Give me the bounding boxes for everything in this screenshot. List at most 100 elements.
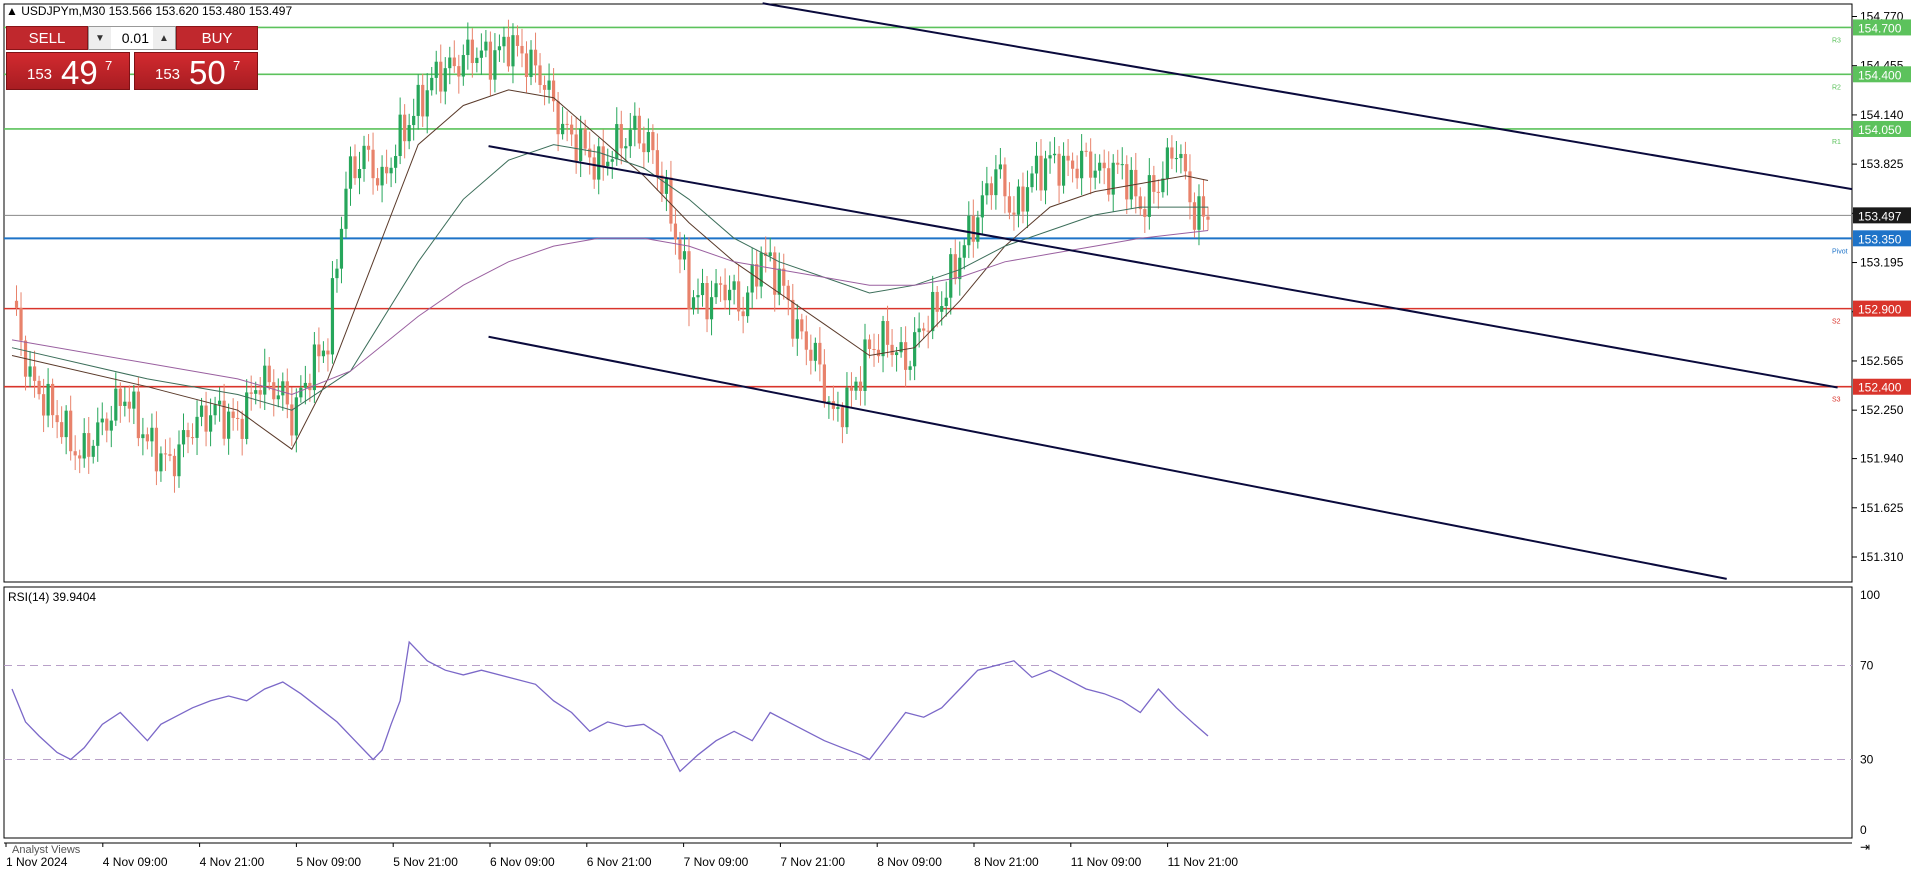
candle-body xyxy=(1057,153,1061,186)
candle-body xyxy=(1156,191,1160,193)
candle-body xyxy=(606,161,610,167)
candle-body xyxy=(484,41,488,51)
lot-size-stepper[interactable]: ▼ 0.01 ▲ xyxy=(88,26,176,50)
candle-body xyxy=(82,433,86,459)
price-tick-label: 151.310 xyxy=(1860,550,1904,564)
price-tick-label: 152.565 xyxy=(1860,354,1904,368)
candle-body xyxy=(962,245,966,258)
candle-body xyxy=(687,251,691,310)
candle-body xyxy=(398,114,402,157)
sell-price-handle: 153 xyxy=(27,66,53,83)
candle-body xyxy=(579,128,583,162)
candle-body xyxy=(511,35,515,67)
candle-body xyxy=(755,264,759,287)
candle-body xyxy=(204,405,208,432)
candle-body xyxy=(728,289,732,301)
sell-button[interactable]: SELL xyxy=(6,26,88,50)
candle-body xyxy=(488,41,492,80)
candle-body xyxy=(597,146,601,180)
candle-body xyxy=(136,391,140,439)
candle-body xyxy=(73,451,77,456)
candle-body xyxy=(561,123,565,135)
candle-body xyxy=(1066,155,1070,161)
buy-button[interactable]: BUY xyxy=(176,26,258,50)
candle-body xyxy=(1134,169,1138,197)
buy-price-button[interactable]: 153 50 7 xyxy=(134,52,258,91)
candle-body xyxy=(913,332,917,367)
candle-body xyxy=(804,331,808,350)
candle-body xyxy=(1007,196,1012,213)
candle-body xyxy=(876,349,881,357)
rsi-tick-label: 100 xyxy=(1860,588,1880,602)
sell-price-button[interactable]: 153 49 7 xyxy=(6,52,130,91)
candle-body xyxy=(1052,153,1057,156)
candle-body xyxy=(461,55,465,77)
candle-body xyxy=(1098,162,1102,171)
rsi-label: RSI(14) 39.9404 xyxy=(8,590,96,604)
candle-body xyxy=(678,239,682,260)
price-level-label: 153.350 xyxy=(1858,232,1902,246)
collapse-arrow-icon[interactable]: ▲ xyxy=(6,4,18,18)
buy-price-handle: 153 xyxy=(155,66,181,83)
candle-body xyxy=(881,321,885,357)
candle-body xyxy=(1188,171,1192,203)
candle-body xyxy=(840,407,845,428)
candle-body xyxy=(818,342,822,365)
candle-body xyxy=(195,416,199,438)
candle-body xyxy=(786,285,790,300)
candle-body xyxy=(1030,173,1034,188)
candle-body xyxy=(1170,147,1174,159)
candle-body xyxy=(669,177,673,224)
candle-body xyxy=(132,391,136,409)
time-tick-label: 7 Nov 21:00 xyxy=(780,855,845,869)
candle-body xyxy=(872,348,876,350)
candle-body xyxy=(1143,209,1147,217)
candle-body xyxy=(312,344,316,391)
candle-body xyxy=(109,420,113,431)
candle-body xyxy=(885,321,890,345)
price-tick-label: 154.140 xyxy=(1860,108,1904,122)
time-tick-label: 8 Nov 21:00 xyxy=(974,855,1039,869)
candle-body xyxy=(741,311,745,317)
lot-size-input[interactable]: 0.01 xyxy=(111,27,153,49)
candle-body xyxy=(46,383,50,416)
candle-body xyxy=(1080,150,1084,179)
candle-body xyxy=(335,268,339,279)
candle-body xyxy=(935,291,939,312)
sell-price-pips: 49 xyxy=(61,54,98,91)
candle-body xyxy=(791,299,795,339)
candle-body xyxy=(326,350,330,355)
price-tick-label: 152.250 xyxy=(1860,403,1904,417)
pivot-level-name: S2 xyxy=(1832,319,1841,326)
candle-body xyxy=(181,430,186,445)
candle-body xyxy=(443,68,447,92)
lot-increase-icon[interactable]: ▲ xyxy=(153,27,175,49)
rsi-tick-label: 70 xyxy=(1860,659,1874,673)
candle-body xyxy=(520,45,524,54)
candle-body xyxy=(263,365,267,395)
candle-body xyxy=(1034,155,1039,174)
lot-decrease-icon[interactable]: ▼ xyxy=(89,27,111,49)
buy-price-fraction: 7 xyxy=(233,58,241,73)
candle-body xyxy=(908,366,912,370)
candle-body xyxy=(849,387,854,391)
candle-body xyxy=(403,114,407,142)
candle-body xyxy=(705,283,709,320)
candle-body xyxy=(673,223,678,240)
candle-body xyxy=(795,319,799,339)
candle-body xyxy=(533,49,538,66)
candle-body xyxy=(19,307,23,341)
candle-body xyxy=(240,418,244,439)
candle-body xyxy=(199,405,204,417)
candle-body xyxy=(127,401,131,409)
candle-body xyxy=(1206,216,1210,220)
candle-body xyxy=(768,252,772,257)
candle-body xyxy=(1025,187,1030,212)
candle-body xyxy=(570,124,574,135)
candle-body xyxy=(1043,158,1048,191)
candle-body xyxy=(782,268,786,286)
candle-body xyxy=(150,427,154,442)
candle-body xyxy=(610,159,614,162)
candle-body xyxy=(800,319,804,332)
candle-body xyxy=(425,90,429,117)
